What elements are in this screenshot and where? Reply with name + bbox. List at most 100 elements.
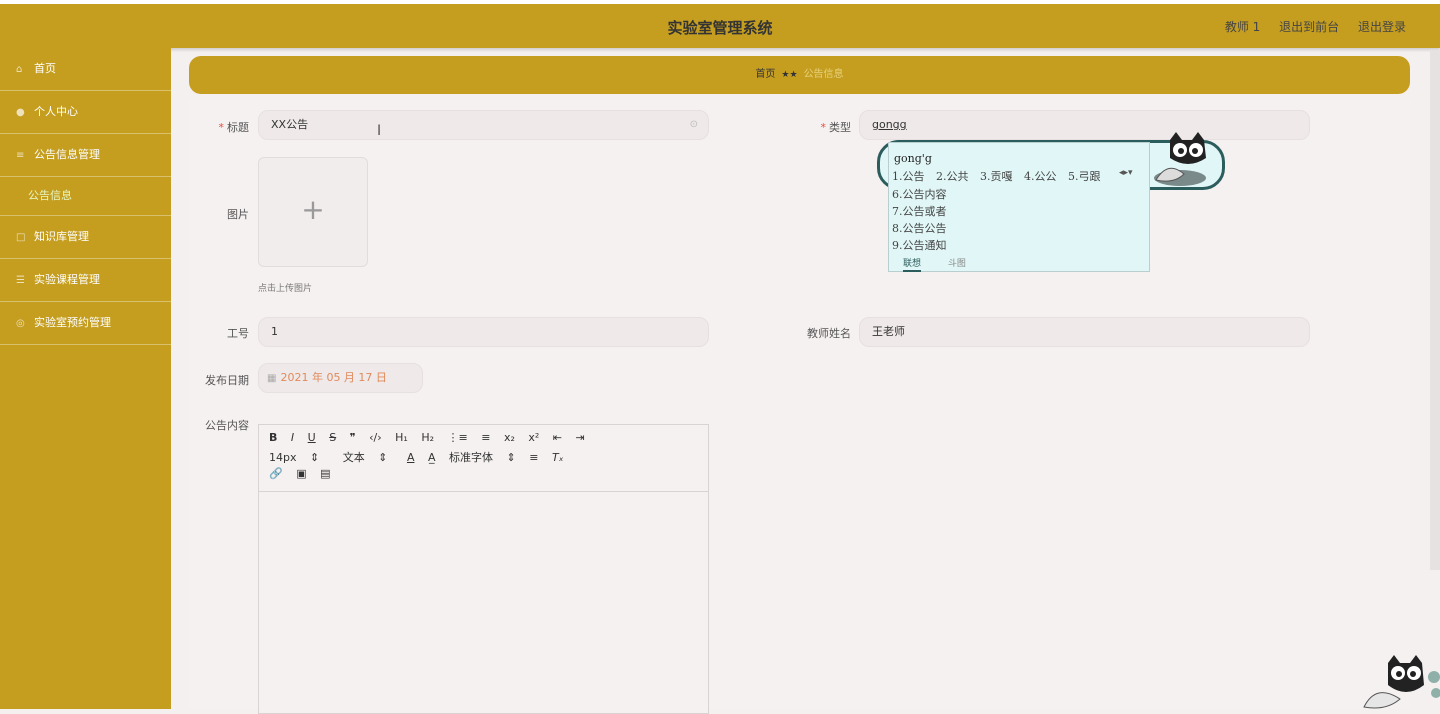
current-user[interactable]: 教师 1	[1225, 20, 1260, 34]
title-label: * 标题	[218, 121, 250, 134]
font-size-select[interactable]: 14px	[269, 451, 297, 464]
ime-candidate[interactable]: 9.公告通知	[892, 237, 947, 254]
image-upload[interactable]: +	[258, 157, 368, 267]
ime-candidate[interactable]: 5.弓跟	[1068, 170, 1101, 183]
staff-no-label: 工号	[227, 327, 249, 340]
video-icon[interactable]: ▤	[320, 467, 330, 480]
sidebar-item-label: 公告信息管理	[34, 148, 100, 161]
exit-to-frontend-link[interactable]: 退出到前台	[1279, 20, 1339, 34]
ime-candidates: 1.公告 2.公共 3.贡嘎 4.公公 5.弓跟	[892, 168, 1109, 184]
ime-candidate[interactable]: 6.公告内容	[892, 186, 947, 203]
ime-candidate[interactable]: 8.公告公告	[892, 220, 947, 237]
link-icon[interactable]: 🔗	[269, 467, 283, 480]
font-color-button[interactable]: A	[407, 451, 415, 464]
user-icon: ●	[16, 107, 25, 118]
select-arrow-icon: ⇕	[378, 451, 388, 464]
h1-button[interactable]: H₁	[395, 431, 408, 444]
list-icon: ≡	[16, 150, 25, 161]
title-value: XX公告	[271, 118, 309, 131]
background-color-button[interactable]: A̲	[428, 451, 436, 464]
ime-tabs: 联想 斗图	[903, 256, 990, 272]
code-button[interactable]: ‹/›	[369, 431, 382, 444]
sidebar-item-label: 实验室预约管理	[34, 316, 111, 329]
italic-button[interactable]: I	[291, 431, 294, 444]
floating-cat-icon[interactable]	[1360, 655, 1440, 709]
font-family-select[interactable]: 标准字体	[449, 449, 493, 465]
sidebar-item-label: 个人中心	[34, 105, 78, 118]
underline-button[interactable]: U	[308, 431, 316, 444]
clear-icon[interactable]: ⊙	[690, 111, 698, 139]
content-label: 公告内容	[205, 419, 249, 432]
editor-content-area[interactable]	[259, 492, 708, 712]
ime-tab-association[interactable]: 联想	[903, 259, 922, 272]
calendar-icon: ◎	[16, 318, 25, 329]
teacher-name-value: 王老师	[872, 325, 905, 338]
course-icon: ☰	[16, 275, 25, 286]
top-links: 教师 1 退出到前台 退出登录	[1210, 18, 1406, 35]
ime-candidate[interactable]: 3.贡嘎	[980, 170, 1013, 183]
bullet-list-button[interactable]: ≡	[481, 431, 490, 444]
sidebar-item-notice-management[interactable]: ≡ 公告信息管理	[0, 134, 171, 177]
book-icon: □	[16, 232, 26, 243]
sidebar-item-label: 知识库管理	[34, 230, 89, 243]
sidebar-subitem-notice-info[interactable]: 公告信息	[0, 177, 171, 216]
upload-tip: 点击上传图片	[258, 284, 313, 294]
staff-no-input[interactable]: 1	[258, 317, 709, 347]
notice-form: * 标题 XX公告 I ⊙ * 类型 gongg 图片 + 点击上传图片 工号 1 …	[189, 100, 1410, 714]
ime-more-list: 6.公告内容 7.公告或者 8.公告公告 9.公告通知	[892, 186, 947, 254]
ime-candidate-window: gong'g 1.公告 2.公共 3.贡嘎 4.公公 5.弓跟 6.公告内容 7…	[888, 142, 1150, 272]
sidebar-item-knowledge[interactable]: □ 知识库管理	[0, 216, 171, 259]
sidebar: ⌂ 首页 ● 个人中心 ≡ 公告信息管理 公告信息 □ 知识库管理 ☰ 实验课程管理 ◎ 实…	[0, 48, 171, 709]
page-scrollbar[interactable]	[1430, 50, 1440, 570]
logout-link[interactable]: 退出登录	[1358, 20, 1406, 34]
image-label: 图片	[227, 208, 249, 221]
superscript-button[interactable]: x²	[528, 431, 539, 444]
teacher-name-input[interactable]: 王老师	[859, 317, 1310, 347]
editor-toolbar: B I U S ❞ ‹/› H₁ H₂ ⋮≡ ≡ x₂ x² ⇤ ⇥ 14px …	[259, 425, 708, 492]
sidebar-item-home[interactable]: ⌂ 首页	[0, 48, 171, 91]
strike-button[interactable]: S	[329, 431, 336, 444]
date-picker[interactable]: ▦ 2021 年 05 月 17 日	[258, 363, 423, 393]
h2-button[interactable]: H₂	[421, 431, 434, 444]
teacher-name-label: 教师姓名	[807, 327, 851, 340]
sidebar-item-label: 首页	[34, 62, 56, 75]
breadcrumb-current: 公告信息	[803, 69, 844, 80]
ime-candidate[interactable]: 4.公公	[1024, 170, 1057, 183]
sidebar-item-lab-booking[interactable]: ◎ 实验室预约管理	[0, 302, 171, 345]
ime-candidate[interactable]: 2.公共	[936, 170, 969, 183]
breadcrumb-home[interactable]: 首页	[755, 69, 775, 80]
home-icon: ⌂	[16, 64, 23, 75]
ime-pinyin: gong'g	[894, 152, 932, 165]
title-input[interactable]: XX公告 I ⊙	[258, 110, 709, 140]
clear-format-button[interactable]: Tₓ	[552, 451, 564, 464]
breadcrumb-separator: ★★	[781, 70, 798, 80]
type-input[interactable]: gongg	[859, 110, 1310, 140]
toolbar-row-1: B I U S ❞ ‹/› H₁ H₂ ⋮≡ ≡ x₂ x² ⇤ ⇥	[269, 431, 698, 449]
header-select[interactable]: 文本	[343, 449, 365, 465]
date-value: 2021 年 05 月 17 日	[280, 371, 387, 384]
blockquote-button[interactable]: ❞	[350, 431, 356, 444]
sidebar-item-course[interactable]: ☰ 实验课程管理	[0, 259, 171, 302]
bold-button[interactable]: B	[269, 431, 277, 444]
ime-tab-sticker[interactable]: 斗图	[948, 259, 966, 269]
select-arrow-icon: ⇕	[506, 451, 516, 464]
plus-icon: +	[301, 193, 325, 226]
top-header: 实验室管理系统 教师 1 退出到前台 退出登录	[0, 0, 1440, 48]
cat-mascot-icon	[1154, 132, 1206, 186]
toolbar-row-2: 14px ⇕ 文本 ⇕ A A̲ 标准字体 ⇕ ≡ Tₓ	[269, 449, 698, 467]
ime-candidate[interactable]: 7.公告或者	[892, 203, 947, 220]
select-arrow-icon: ⇕	[310, 451, 320, 464]
image-icon[interactable]: ▣	[296, 467, 306, 480]
ime-candidate[interactable]: 1.公告	[892, 170, 925, 183]
calendar-icon: ▦	[267, 373, 277, 384]
toolbar-row-3: 🔗 ▣ ▤	[269, 467, 698, 485]
outdent-button[interactable]: ⇤	[553, 431, 562, 444]
sidebar-item-profile[interactable]: ● 个人中心	[0, 91, 171, 134]
indent-button[interactable]: ⇥	[576, 431, 585, 444]
align-button[interactable]: ≡	[529, 451, 538, 464]
type-value: gongg	[872, 118, 907, 131]
staff-no-value: 1	[271, 325, 278, 338]
subscript-button[interactable]: x₂	[504, 431, 515, 444]
ordered-list-button[interactable]: ⋮≡	[448, 431, 468, 444]
sidebar-item-label: 实验课程管理	[34, 273, 100, 286]
